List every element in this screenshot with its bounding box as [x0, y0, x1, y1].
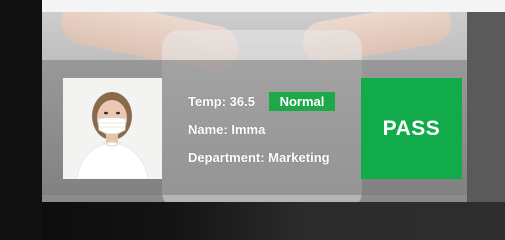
- temperature-scan-screen: Temp: 36.5 Normal Name: Imma Department:…: [0, 0, 505, 240]
- pass-result-indicator: PASS: [361, 78, 462, 179]
- name-label: Name: Imma: [188, 122, 266, 137]
- status-badge: Normal: [269, 92, 335, 111]
- left-dark-bar: [0, 0, 42, 240]
- person-photo-icon: [63, 78, 162, 179]
- top-strip: [0, 0, 505, 12]
- temperature-label: Temp: 36.5: [188, 94, 255, 109]
- right-edge-shadow: [467, 12, 505, 202]
- department-label: Department: Marketing: [188, 150, 330, 165]
- person-photo: [63, 78, 162, 179]
